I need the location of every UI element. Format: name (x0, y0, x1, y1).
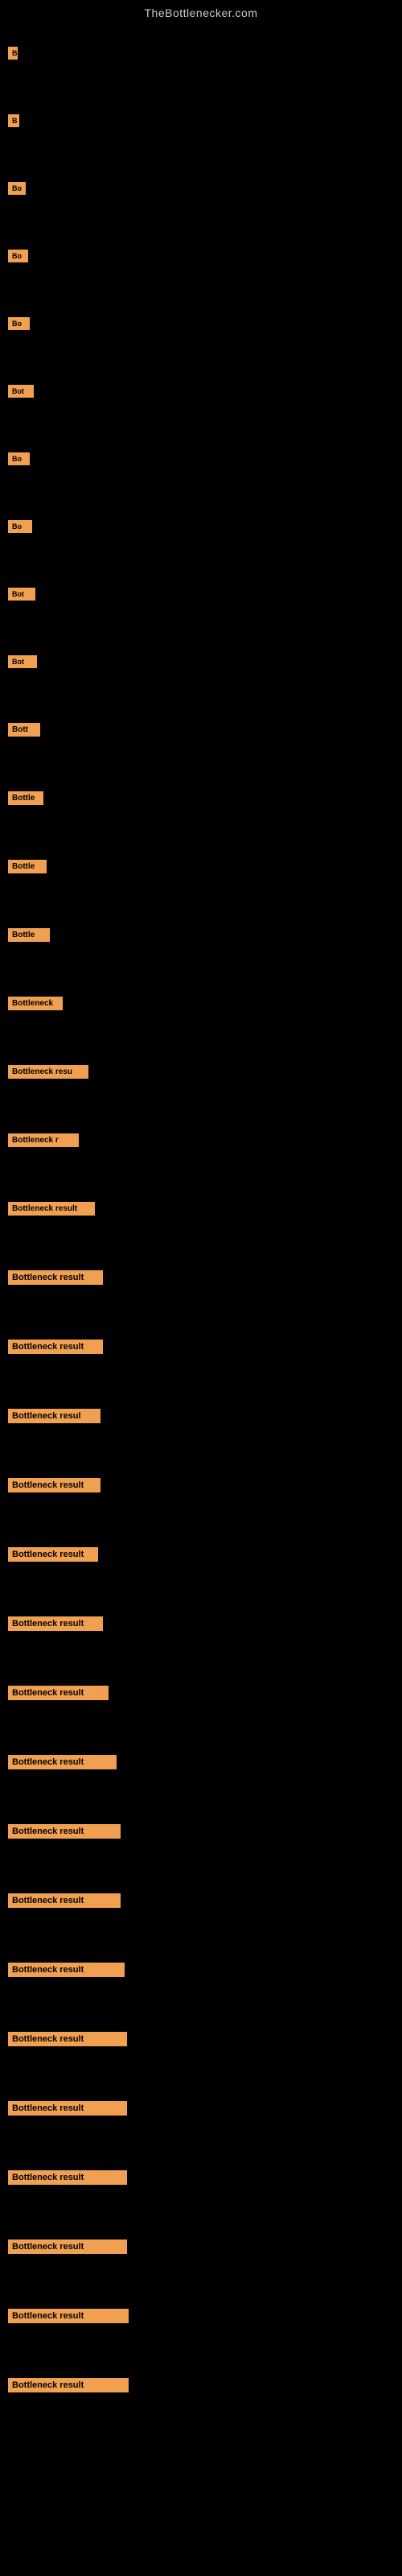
bottleneck-label: Bottleneck result (8, 1478, 100, 1492)
bottleneck-label: Bottleneck result (8, 1616, 103, 1631)
list-item: Bott (8, 723, 394, 737)
list-item: Bottleneck result (8, 1893, 394, 1908)
bottleneck-label: Bottleneck result (8, 2032, 127, 2046)
bottleneck-label: Bottleneck result (8, 1963, 125, 1977)
list-item: Bottleneck result (8, 1340, 394, 1354)
list-item: Bottleneck result (8, 1478, 394, 1492)
list-item: Bottleneck resul (8, 1409, 394, 1423)
bottleneck-label: Bottleneck result (8, 1755, 117, 1769)
bottleneck-label: B (8, 114, 19, 127)
bottleneck-label: Bot (8, 588, 35, 601)
list-item: Bottleneck result (8, 1755, 394, 1769)
list-item: Bottleneck result (8, 2309, 394, 2323)
bottleneck-label: Bottleneck result (8, 2378, 129, 2392)
list-item: Bot (8, 588, 394, 601)
bottleneck-label: Bottleneck (8, 997, 63, 1010)
list-item: Bottleneck result (8, 1270, 394, 1285)
list-item: Bottleneck r (8, 1133, 394, 1147)
list-item: B (8, 47, 394, 60)
list-item: Bo (8, 182, 394, 195)
list-item: Bo (8, 250, 394, 262)
bottleneck-label: Bottleneck result (8, 1824, 121, 1839)
items-container: B B Bo Bo Bo Bot Bo Bo Bot Bot Bott (0, 23, 402, 2392)
list-item: Bottleneck result (8, 1963, 394, 1977)
list-item: Bo (8, 520, 394, 533)
site-title: TheBottlenecker.com (0, 0, 402, 23)
list-item: Bottle (8, 928, 394, 942)
bottleneck-label: Bottleneck result (8, 1893, 121, 1908)
list-item: Bot (8, 385, 394, 398)
list-item: Bottleneck result (8, 1547, 394, 1562)
bottleneck-label: Bo (8, 317, 30, 330)
bottleneck-label: Bo (8, 250, 28, 262)
bottleneck-label: Bottleneck result (8, 1202, 95, 1216)
bottleneck-label: Bot (8, 655, 37, 668)
bottleneck-label: Bo (8, 182, 26, 195)
list-item: Bottleneck result (8, 2101, 394, 2116)
bottleneck-label: Bottleneck result (8, 2170, 127, 2185)
list-item: Bottleneck resu (8, 1065, 394, 1079)
list-item: Bottleneck result (8, 1202, 394, 1216)
bottleneck-label: B (8, 47, 18, 60)
bottleneck-label: Bot (8, 385, 34, 398)
bottleneck-label: Bottleneck result (8, 2309, 129, 2323)
list-item: Bottle (8, 791, 394, 805)
list-item: Bottle (8, 860, 394, 873)
bottleneck-label: Bottleneck result (8, 1340, 103, 1354)
bottleneck-label: Bottleneck result (8, 1686, 109, 1700)
list-item: Bottleneck result (8, 2378, 394, 2392)
list-item: Bottleneck result (8, 1686, 394, 1700)
list-item: Bot (8, 655, 394, 668)
list-item: Bo (8, 317, 394, 330)
bottleneck-label: Bottleneck result (8, 1270, 103, 1285)
bottleneck-label: Bottleneck result (8, 2101, 127, 2116)
bottleneck-label: Bottle (8, 791, 43, 805)
list-item: Bottleneck result (8, 1824, 394, 1839)
list-item: Bottleneck result (8, 2240, 394, 2254)
bottleneck-label: Bottleneck resu (8, 1065, 88, 1079)
bottleneck-label: Bottleneck r (8, 1133, 79, 1147)
list-item: Bottleneck result (8, 2170, 394, 2185)
bottleneck-label: Bott (8, 723, 40, 737)
list-item: B (8, 114, 394, 127)
list-item: Bo (8, 452, 394, 465)
list-item: Bottleneck result (8, 2032, 394, 2046)
list-item: Bottleneck result (8, 1616, 394, 1631)
bottleneck-label: Bo (8, 452, 30, 465)
bottleneck-label: Bottle (8, 928, 50, 942)
bottleneck-label: Bottleneck result (8, 1547, 98, 1562)
bottleneck-label: Bottleneck result (8, 2240, 127, 2254)
bottleneck-label: Bottleneck resul (8, 1409, 100, 1423)
bottleneck-label: Bo (8, 520, 32, 533)
list-item: Bottleneck (8, 997, 394, 1010)
bottleneck-label: Bottle (8, 860, 47, 873)
